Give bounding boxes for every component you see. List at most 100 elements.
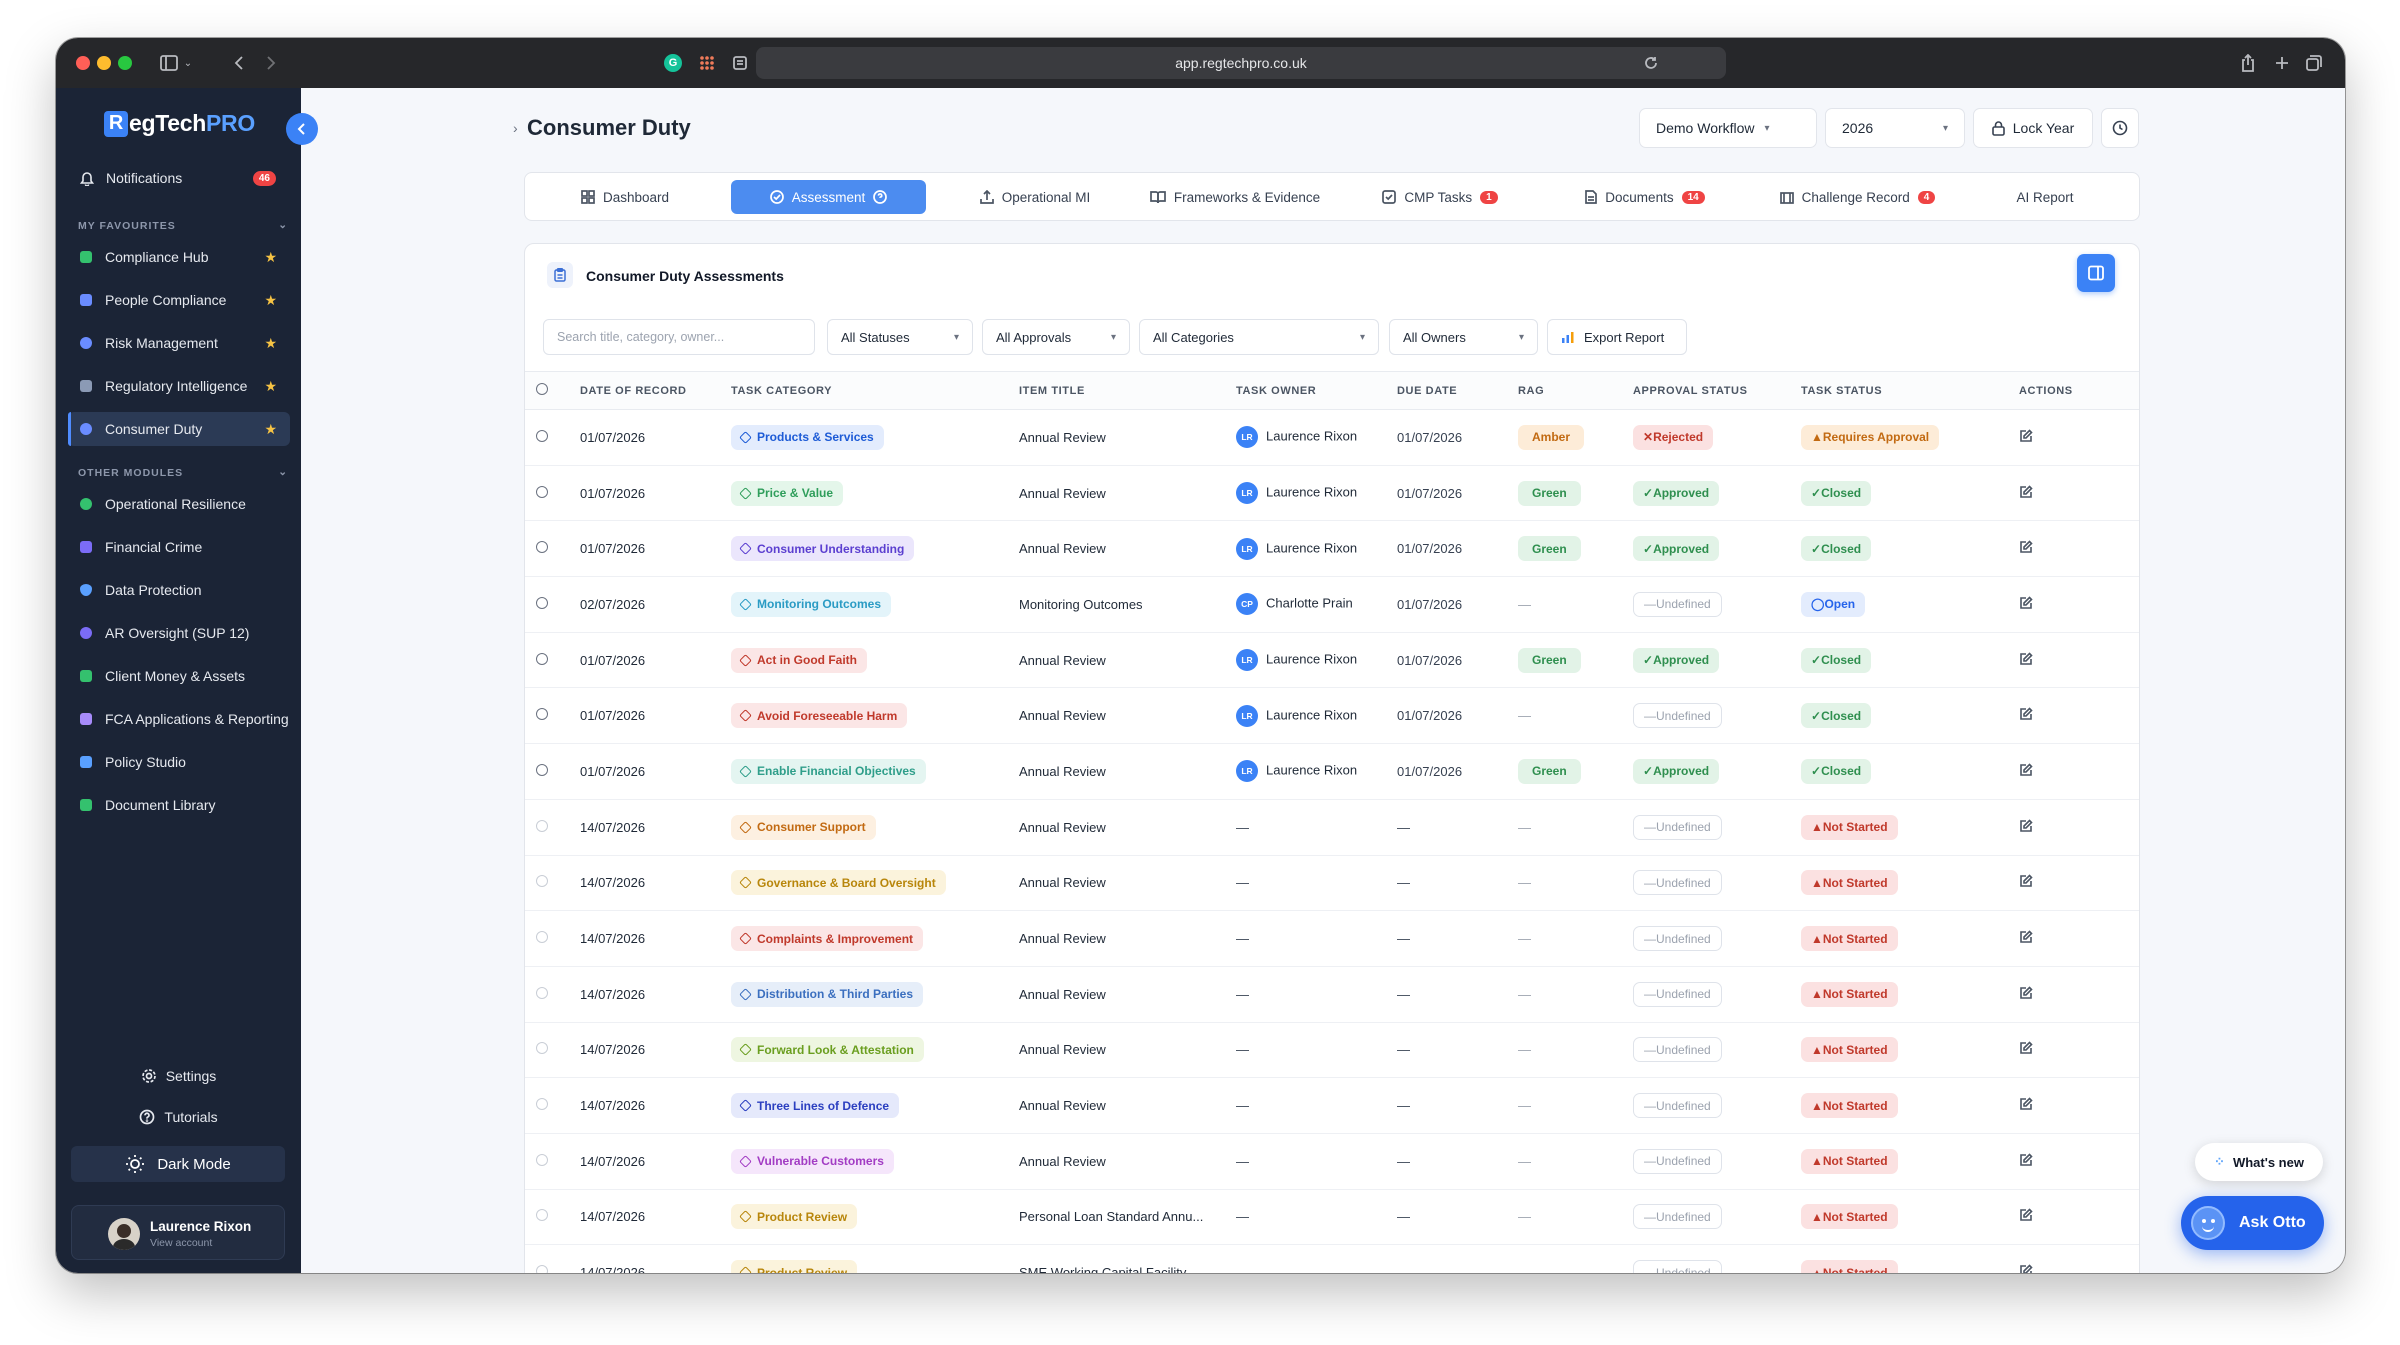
item-title[interactable]: Annual Review (1019, 486, 1106, 501)
table-row[interactable]: 14/07/2026 Distribution & Third Parties An… (525, 966, 2139, 1023)
item-title[interactable]: Annual Review (1019, 1154, 1106, 1169)
row-checkbox[interactable] (536, 763, 548, 776)
table-row[interactable]: 14/07/2026 Consumer Support Annual Review —… (525, 799, 2139, 856)
row-checkbox[interactable] (536, 986, 548, 999)
row-checkbox[interactable] (536, 1098, 548, 1111)
row-checkbox[interactable] (536, 485, 548, 498)
table-row[interactable]: 14/07/2026 Governance & Board Oversight An… (525, 855, 2139, 912)
item-title[interactable]: Annual Review (1019, 987, 1106, 1002)
user-account-card[interactable]: Laurence Rixon View account (71, 1205, 285, 1260)
task-category-tag[interactable]: Vulnerable Customers (731, 1148, 894, 1174)
row-checkbox[interactable] (536, 1265, 548, 1273)
sidebar-item-fca-applications[interactable]: FCA Applications & Reporting (68, 702, 290, 736)
item-title[interactable]: SME Working Capital Facility ... (1019, 1265, 1201, 1273)
sidebar-item-notifications[interactable]: Notifications 46 (68, 161, 290, 195)
row-checkbox[interactable] (536, 875, 548, 888)
item-title[interactable]: Annual Review (1019, 1098, 1106, 1113)
tab-cmp-tasks[interactable]: CMP Tasks 1 (1370, 180, 1510, 214)
row-checkbox[interactable] (536, 1042, 548, 1055)
edit-icon[interactable] (2019, 1041, 2033, 1058)
star-icon[interactable]: ★ (264, 292, 277, 309)
breadcrumb-chevron-icon[interactable]: › (513, 120, 518, 136)
dark-mode-toggle[interactable]: Dark Mode (71, 1146, 285, 1182)
row-checkbox[interactable] (536, 1209, 548, 1222)
edit-icon[interactable] (2019, 763, 2033, 780)
edit-icon[interactable] (2019, 707, 2033, 724)
owner-filter[interactable]: All Owners ▾ (1389, 319, 1538, 355)
task-category-tag[interactable]: Act in Good Faith (731, 647, 867, 673)
modules-section-title[interactable]: OTHER MODULES ⌄ (78, 466, 288, 479)
edit-icon[interactable] (2019, 1097, 2033, 1114)
edit-icon[interactable] (2019, 429, 2033, 446)
toggle-side-panel-button[interactable] (2077, 254, 2115, 292)
settings-link[interactable]: Settings (56, 1066, 301, 1086)
tab-assessment[interactable]: Assessment (731, 180, 926, 214)
category-filter[interactable]: All Categories ▾ (1139, 319, 1379, 355)
task-category-tag[interactable]: Three Lines of Defence (731, 1093, 900, 1119)
reader-icon[interactable] (729, 50, 751, 76)
export-report-button[interactable]: Export Report (1547, 319, 1687, 355)
task-category-tag[interactable]: Avoid Foreseeable Harm (731, 703, 908, 729)
sidebar-item-client-money[interactable]: Client Money & Assets (68, 659, 290, 693)
table-row[interactable]: 01/07/2026 Avoid Foreseeable Harm Annual R… (525, 687, 2139, 745)
row-checkbox[interactable] (536, 931, 548, 944)
collapse-sidebar-button[interactable] (286, 113, 318, 145)
row-checkbox[interactable] (536, 652, 548, 665)
column-header[interactable]: ITEM TITLE (1019, 371, 1236, 410)
maximize-window-button[interactable] (118, 56, 132, 70)
item-title[interactable]: Annual Review (1019, 820, 1106, 835)
address-bar[interactable]: app.regtechpro.co.uk (756, 47, 1726, 79)
whats-new-button[interactable]: ⁘ What's new (2195, 1143, 2323, 1181)
edit-icon[interactable] (2019, 930, 2033, 947)
row-checkbox[interactable] (536, 596, 548, 609)
star-icon[interactable]: ★ (264, 249, 277, 266)
item-title[interactable]: Annual Review (1019, 708, 1106, 723)
table-row[interactable]: 01/07/2026 Price & Value Annual Review LR La… (525, 465, 2139, 522)
row-checkbox[interactable] (536, 541, 548, 554)
column-header[interactable]: APPROVAL STATUS (1633, 371, 1801, 410)
close-window-button[interactable] (76, 56, 90, 70)
favourites-section-title[interactable]: MY FAVOURITES ⌄ (78, 219, 288, 232)
star-icon[interactable]: ★ (264, 421, 277, 438)
tutorials-link[interactable]: Tutorials (56, 1107, 301, 1127)
edit-icon[interactable] (2019, 1153, 2033, 1170)
task-category-tag[interactable]: Distribution & Third Parties (731, 981, 924, 1007)
item-title[interactable]: Annual Review (1019, 653, 1106, 668)
star-icon[interactable]: ★ (264, 335, 277, 352)
task-category-tag[interactable]: Consumer Support (731, 814, 876, 840)
task-category-tag[interactable]: Consumer Understanding (731, 536, 915, 562)
row-checkbox[interactable] (536, 708, 548, 721)
item-title[interactable]: Annual Review (1019, 541, 1106, 556)
help-circle-icon[interactable] (873, 190, 888, 204)
edit-icon[interactable] (2019, 1208, 2033, 1225)
edit-icon[interactable] (2019, 986, 2033, 1003)
history-button[interactable] (2101, 108, 2139, 148)
view-account-link[interactable]: View account (150, 1237, 212, 1249)
task-category-tag[interactable]: Product Review (731, 1204, 858, 1230)
table-row[interactable]: 01/07/2026 Act in Good Faith Annual Review… (525, 632, 2139, 689)
item-title[interactable]: Annual Review (1019, 875, 1106, 890)
forward-icon[interactable] (258, 50, 284, 76)
lock-year-button[interactable]: Lock Year (1973, 108, 2093, 148)
column-header[interactable]: RAG (1518, 371, 1633, 410)
row-checkbox[interactable] (536, 819, 548, 832)
sidebar-item-people-compliance[interactable]: People Compliance ★ (68, 283, 290, 317)
sidebar-item-data-protection[interactable]: Data Protection (68, 573, 290, 607)
tab-ai-report[interactable]: AI Report (1985, 180, 2105, 214)
grammarly-icon[interactable]: G (662, 50, 684, 76)
sidebar-toggle-icon[interactable]: ⌄ (156, 50, 196, 76)
table-row[interactable]: 14/07/2026 Product Review SME Working Capi… (525, 1244, 2139, 1273)
tab-overview-icon[interactable] (2302, 50, 2326, 76)
task-category-tag[interactable]: Price & Value (731, 480, 844, 506)
edit-icon[interactable] (2019, 484, 2033, 502)
tab-frameworks-evidence[interactable]: Frameworks & Evidence (1135, 180, 1335, 214)
minimize-window-button[interactable] (97, 56, 111, 70)
column-header[interactable]: TASK OWNER (1236, 371, 1397, 410)
tab-challenge-record[interactable]: Challenge Record 4 (1765, 180, 1950, 214)
edit-icon[interactable] (2019, 540, 2033, 557)
task-category-tag[interactable]: Enable Financial Objectives (731, 758, 926, 784)
search-input[interactable]: Search title, category, owner... (543, 319, 815, 355)
sidebar-item-financial-crime[interactable]: Financial Crime (68, 530, 290, 564)
table-row[interactable]: 02/07/2026 Monitoring Outcomes Monitoring … (525, 576, 2139, 633)
sidebar-item-ar-oversight[interactable]: AR Oversight (SUP 12) (68, 616, 290, 650)
